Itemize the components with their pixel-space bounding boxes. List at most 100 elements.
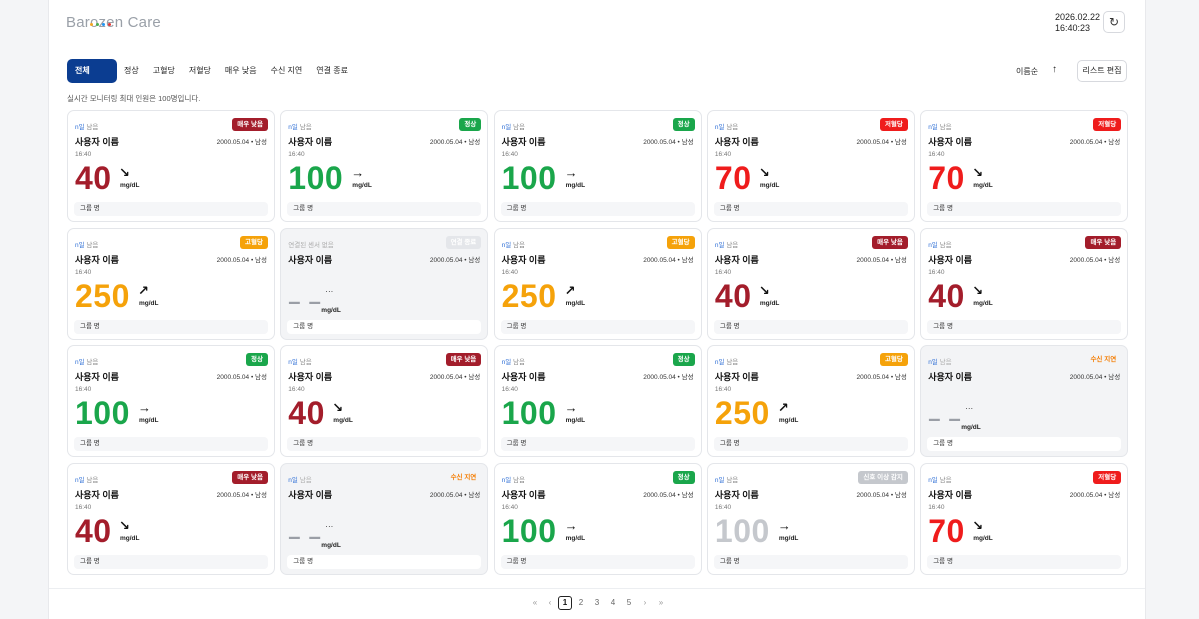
sort-button[interactable]: 이름순 — [1016, 66, 1038, 77]
birth-gender: 2000.05.04 • 남성 — [216, 374, 267, 381]
user-name: 사용자 이름 — [501, 372, 546, 382]
tab-0[interactable]: 전체 — [67, 59, 117, 83]
birth-gender: 2000.05.04 • 남성 — [856, 139, 907, 146]
patient-card[interactable]: n일 남음 신호 이상 감지 사용자 이름 2000.05.04 • 남성 16:40 1… — [706, 462, 915, 575]
birth-gender: 2000.05.04 • 남성 — [856, 374, 907, 381]
tab-2[interactable]: 고혈당 — [153, 59, 175, 83]
page-4[interactable]: 4 — [606, 596, 620, 610]
patient-card[interactable]: n일 남음 고혈당 사용자 이름 2000.05.04 • 남성 16:40 250 ↗ mg… — [706, 345, 915, 457]
tab-3[interactable]: 저혈당 — [189, 59, 211, 83]
trend-arrow-icon: → — [351, 165, 365, 180]
status-badge: 연결 종료 — [445, 235, 482, 249]
group-name: 그룹 명 — [74, 319, 268, 334]
chevron-right-icon[interactable]: › — [638, 596, 652, 610]
patient-card[interactable]: n일 남음 저혈당 사용자 이름 2000.05.04 • 남성 16:40 70 ↘ mg/… — [920, 110, 1129, 222]
glucose-value: 100 — [501, 160, 557, 196]
remaining-label: 남음 — [86, 476, 99, 484]
patient-card[interactable]: n일 남음 정상 사용자 이름 2000.05.04 • 남성 16:40 100 → mg/… — [493, 110, 702, 222]
tab-1[interactable]: 정상 — [124, 59, 139, 83]
remaining-days: n일 — [501, 359, 512, 366]
sensor-remaining: n일 남음 — [502, 474, 525, 484]
glucose-unit: mg/dL — [120, 534, 140, 542]
remaining-days: n일 — [288, 124, 298, 131]
reading-time: 16:40 — [75, 386, 92, 393]
patient-card[interactable]: n일 남음 고혈당 사용자 이름 2000.05.04 • 남성 16:40 250 ↗ mg… — [67, 227, 275, 340]
page-1[interactable]: 1 — [558, 596, 572, 610]
sensor-remaining: 연결된 센서 없음 — [288, 239, 333, 249]
refresh-button[interactable]: ↻ — [1103, 11, 1125, 33]
header: Barozen Care 2026.02.22 16:40:23 ↻ — [49, 0, 1145, 45]
remaining-days: n일 — [714, 241, 725, 249]
glucose-value: 250 — [501, 277, 557, 314]
reading-time: 16:40 — [501, 503, 518, 511]
remaining-label: 남음 — [726, 359, 739, 366]
status-badge: 저혈당 — [1093, 470, 1122, 484]
patient-card[interactable]: n일 남음 정상 사용자 이름 2000.05.04 • 남성 16:40 100 → mg/… — [280, 110, 489, 222]
page-2[interactable]: 2 — [574, 596, 588, 610]
logo-dot — [108, 23, 111, 26]
glucose-unit: mg/dL — [139, 417, 159, 424]
double-chevron-right-icon[interactable]: » — [654, 596, 668, 610]
glucose-value: 70 — [714, 160, 752, 196]
patient-card[interactable]: n일 남음 매우 낮음 사용자 이름 2000.05.04 • 남성 16:40 40 ↘ m… — [67, 462, 275, 575]
group-name: 그룹 명 — [74, 202, 268, 216]
patient-card[interactable]: n일 남음 고혈당 사용자 이름 2000.05.04 • 남성 16:40 250 ↗ mg… — [493, 227, 702, 340]
patient-card[interactable]: n일 남음 수신 지연 사용자 이름 2000.05.04 • 남성 – – ··· mg/… — [920, 345, 1129, 457]
patient-card[interactable]: n일 남음 매우 낮음 사용자 이름 2000.05.04 • 남성 16:40 40 ↘ m… — [920, 227, 1129, 340]
user-name: 사용자 이름 — [75, 372, 119, 382]
reading-time: 16:40 — [288, 151, 305, 158]
status-badge: 매우 낮음 — [445, 353, 482, 366]
patient-card[interactable]: n일 남음 매우 낮음 사용자 이름 2000.05.04 • 남성 16:40 40 ↘ m… — [706, 227, 915, 340]
reading-time: 16:40 — [501, 268, 518, 276]
ellipsis-icon: ··· — [325, 286, 334, 296]
trend-arrow-icon: ↘ — [119, 517, 130, 533]
tab-5[interactable]: 수신 지연 — [271, 59, 303, 83]
current-date: 2026.02.22 — [1055, 12, 1101, 22]
double-chevron-left-icon[interactable]: « — [528, 596, 542, 610]
ellipsis-icon: ··· — [325, 521, 334, 531]
remaining-label: 남음 — [299, 124, 312, 131]
reading-time: 16:40 — [928, 151, 945, 158]
group-name: 그룹 명 — [713, 319, 908, 334]
chevron-left-icon[interactable]: ‹ — [543, 596, 557, 610]
patient-card[interactable]: n일 남음 정상 사용자 이름 2000.05.04 • 남성 16:40 100 → mg/… — [493, 345, 702, 457]
current-time: 16:40:23 — [1055, 23, 1091, 33]
tab-6[interactable]: 연결 종료 — [316, 59, 348, 83]
status-badge: 고혈당 — [240, 235, 268, 249]
user-name: 사용자 이름 — [501, 137, 546, 147]
page-5[interactable]: 5 — [622, 596, 636, 610]
reading-time: 16:40 — [928, 503, 945, 511]
group-name: 그룹 명 — [500, 202, 695, 216]
glucose-value: 70 — [928, 512, 965, 549]
patient-card[interactable]: n일 남음 매우 낮음 사용자 이름 2000.05.04 • 남성 16:40 40 ↘ m… — [67, 110, 275, 222]
patient-card[interactable]: n일 남음 수신 지연 사용자 이름 2000.05.04 • 남성 – – ··· mg/… — [280, 462, 489, 575]
glucose-value: 100 — [714, 512, 770, 549]
glucose-unit: mg/dL — [778, 417, 799, 424]
patient-card[interactable]: n일 남음 정상 사용자 이름 2000.05.04 • 남성 16:40 100 → mg/… — [493, 462, 702, 575]
status-badge: 매우 낮음 — [232, 118, 268, 131]
birth-gender: 2000.05.04 • 남성 — [643, 374, 694, 381]
sensor-remaining: n일 남음 — [715, 239, 738, 249]
patient-card[interactable]: n일 남음 저혈당 사용자 이름 2000.05.04 • 남성 16:40 70 ↘ mg/… — [706, 110, 915, 222]
glucose-value-empty: – – — [288, 523, 322, 549]
birth-gender: 2000.05.04 • 남성 — [1069, 374, 1121, 381]
glucose-value: 100 — [75, 395, 130, 431]
user-name: 사용자 이름 — [288, 489, 333, 500]
glucose-value: 100 — [501, 395, 557, 431]
status-badge: 정상 — [672, 353, 695, 366]
tab-4[interactable]: 매우 낮음 — [225, 59, 257, 83]
patient-card[interactable]: n일 남음 저혈당 사용자 이름 2000.05.04 • 남성 16:40 70 ↘ mg/… — [920, 462, 1129, 575]
patient-card[interactable]: n일 남음 매우 낮음 사용자 이름 2000.05.04 • 남성 16:40 40 ↘ m… — [280, 345, 489, 457]
remaining-days: n일 — [288, 476, 298, 484]
remaining-label: 남음 — [299, 359, 312, 366]
sensor-remaining: n일 남음 — [288, 356, 311, 366]
arrow-up-icon[interactable]: ↑ — [1052, 64, 1057, 75]
edit-list-button[interactable]: 리스트 편집 — [1077, 60, 1127, 82]
birth-gender: 2000.05.04 • 남성 — [216, 139, 267, 146]
group-name: 그룹 명 — [927, 437, 1122, 451]
glucose-unit: mg/dL — [973, 182, 993, 189]
page-3[interactable]: 3 — [590, 596, 604, 610]
remaining-days: n일 — [714, 359, 725, 366]
patient-card[interactable]: 연결된 센서 없음 연결 종료 사용자 이름 2000.05.04 • 남성 – – ··… — [280, 227, 489, 340]
patient-card[interactable]: n일 남음 정상 사용자 이름 2000.05.04 • 남성 16:40 100 → mg/… — [67, 345, 275, 457]
